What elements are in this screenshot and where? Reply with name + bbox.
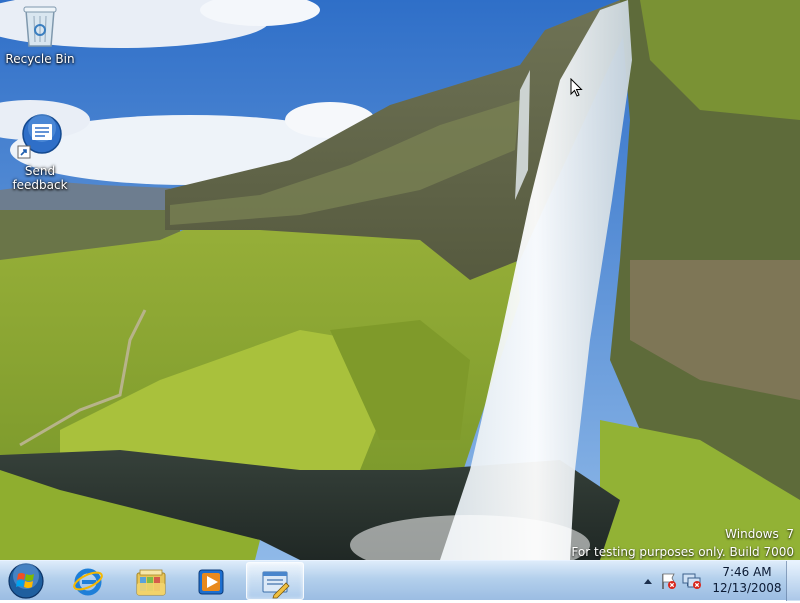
mouse-cursor-icon <box>570 78 583 97</box>
recycle-bin-icon <box>16 2 64 50</box>
desktop[interactable]: Recycle Bin Send feedback Windows 7 For … <box>0 0 800 560</box>
wallpaper <box>0 0 800 560</box>
show-hidden-icons-arrow[interactable] <box>642 574 654 588</box>
show-desktop-button[interactable] <box>786 561 800 601</box>
taskbar-windows-explorer-button[interactable] <box>122 562 180 600</box>
feedback-icon <box>16 114 64 162</box>
feedback-window-icon <box>262 571 290 599</box>
system-tray: 7:46 AM 12/13/2008 <box>640 561 800 601</box>
folder-library-icon <box>136 569 166 596</box>
send-feedback-label: Send feedback <box>12 164 68 192</box>
desktop-icon-recycle-bin[interactable]: Recycle Bin <box>2 2 78 66</box>
taskbar-internet-explorer-button[interactable] <box>59 562 117 600</box>
network-icon[interactable] <box>682 572 702 594</box>
taskbar-media-player-button[interactable] <box>182 562 240 600</box>
clock-date: 12/13/2008 <box>712 581 782 595</box>
clock[interactable]: 7:46 AM 12/13/2008 <box>706 564 788 596</box>
windows-version-watermark: Windows 7 <box>725 527 794 541</box>
taskbar-send-feedback-button[interactable] <box>246 562 304 600</box>
taskbar: 7:46 AM 12/13/2008 <box>0 560 800 601</box>
build-watermark: For testing purposes only. Build 7000 <box>571 545 794 559</box>
internet-explorer-icon <box>73 568 103 596</box>
media-player-icon <box>198 569 224 595</box>
action-center-flag-icon[interactable] <box>660 572 678 594</box>
windows-orb-icon <box>8 563 44 599</box>
start-button[interactable] <box>6 563 46 599</box>
recycle-bin-label: Recycle Bin <box>5 52 75 66</box>
desktop-icon-send-feedback[interactable]: Send feedback <box>2 114 78 192</box>
clock-time: 7:46 AM <box>722 565 772 579</box>
